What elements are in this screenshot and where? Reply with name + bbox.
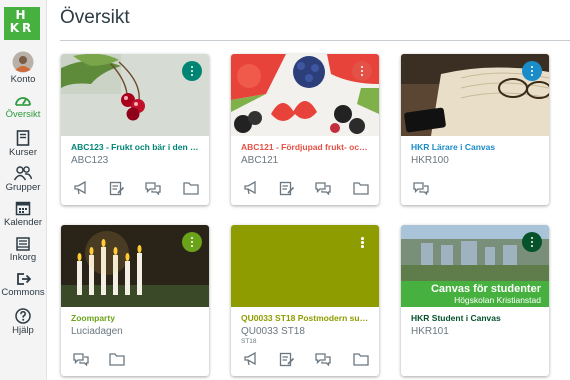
card-options-button[interactable] — [352, 61, 372, 81]
nav-label: Commons — [1, 287, 45, 298]
announcement-icon[interactable] — [243, 352, 259, 366]
assignment-icon[interactable] — [109, 181, 125, 196]
nav-item-grupper[interactable]: Grupper — [0, 165, 46, 193]
course-title[interactable]: QU0033 ST18 Postmodern superi... — [241, 313, 371, 323]
calendar-icon — [15, 201, 31, 216]
banner-title: Canvas för studenter — [430, 283, 541, 295]
announcement-icon[interactable] — [243, 181, 259, 195]
course-card[interactable]: QU0033 ST18 Postmodern superi... QU0033 … — [231, 225, 379, 376]
help-icon — [15, 308, 31, 324]
course-title[interactable]: Zoomparty — [71, 313, 201, 323]
nav-label: Kalender — [3, 217, 43, 228]
people-icon — [13, 166, 33, 181]
commons-icon — [17, 273, 31, 285]
course-title[interactable]: ABC121 - Fördjupad frukt- och bä... — [241, 142, 371, 152]
dashboard-icon — [15, 97, 31, 106]
inbox-icon — [16, 237, 30, 251]
course-title[interactable]: HKR Student i Canvas — [411, 313, 541, 323]
nav-item-hjalp[interactable]: Hjälp — [0, 308, 46, 336]
course-title[interactable]: HKR Lärare i Canvas — [411, 142, 541, 152]
folder-icon[interactable] — [109, 352, 125, 366]
logo-text: H KR — [9, 8, 35, 35]
discussion-icon[interactable] — [73, 352, 89, 366]
nav-label: Grupper — [5, 182, 41, 193]
folder-icon[interactable] — [353, 181, 369, 195]
folder-icon[interactable] — [353, 352, 369, 366]
nav-label: Konto — [10, 74, 36, 85]
course-code: HKR101 — [411, 326, 449, 337]
nav-item-commons[interactable]: Commons — [0, 272, 46, 298]
card-options-button[interactable] — [182, 61, 202, 81]
global-navigation: H KR Konto Översikt Kurser Grupper Kalen… — [0, 0, 47, 380]
discussion-icon[interactable] — [145, 181, 161, 195]
course-card[interactable]: ABC123 - Frukt och bär i den post... ABC… — [61, 54, 209, 205]
nav-item-oversikt[interactable]: Översikt — [0, 92, 46, 120]
assignment-icon[interactable] — [279, 352, 295, 367]
nav-label: Inkorg — [9, 252, 37, 263]
nav-item-inkorg[interactable]: Inkorg — [0, 237, 46, 263]
header-divider — [60, 40, 570, 41]
nav-item-kurser[interactable]: Kurser — [0, 130, 46, 158]
course-card[interactable]: ABC121 - Fördjupad frukt- och bä... ABC1… — [231, 54, 379, 205]
hkr-logo[interactable]: H KR — [4, 7, 40, 40]
nav-label: Översikt — [5, 109, 41, 120]
nav-label: Hjälp — [12, 325, 34, 336]
course-card[interactable]: Canvas för studenter Högskolan Kristians… — [401, 225, 549, 376]
banner-subtitle: Högskolan Kristianstad — [454, 295, 541, 305]
card-options-button[interactable] — [352, 232, 372, 252]
card-options-button[interactable] — [522, 232, 542, 252]
book-icon — [16, 130, 30, 146]
course-code: QU0033 ST18 — [241, 326, 305, 337]
nav-item-kalender[interactable]: Kalender — [0, 200, 46, 228]
course-card[interactable]: Zoomparty Luciadagen — [61, 225, 209, 376]
card-options-button[interactable] — [182, 232, 202, 252]
course-title[interactable]: ABC123 - Frukt och bär i den post... — [71, 142, 201, 152]
discussion-icon[interactable] — [315, 352, 331, 366]
announcement-icon[interactable] — [73, 181, 89, 195]
discussion-icon[interactable] — [315, 181, 331, 195]
page-title: Översikt — [60, 7, 130, 28]
course-code: ABC123 — [71, 155, 109, 166]
folder-icon[interactable] — [183, 181, 199, 195]
course-code: Luciadagen — [71, 326, 123, 337]
course-code: HKR100 — [411, 155, 449, 166]
course-code: ABC121 — [241, 155, 279, 166]
avatar — [12, 51, 34, 73]
course-card[interactable]: HKR Lärare i Canvas HKR100 — [401, 54, 549, 205]
assignment-icon[interactable] — [279, 181, 295, 196]
course-term: ST18 — [241, 338, 257, 345]
card-options-button[interactable] — [522, 61, 542, 81]
discussion-icon[interactable] — [413, 181, 429, 195]
nav-item-konto[interactable]: Konto — [0, 51, 46, 85]
nav-label: Kurser — [9, 147, 37, 158]
